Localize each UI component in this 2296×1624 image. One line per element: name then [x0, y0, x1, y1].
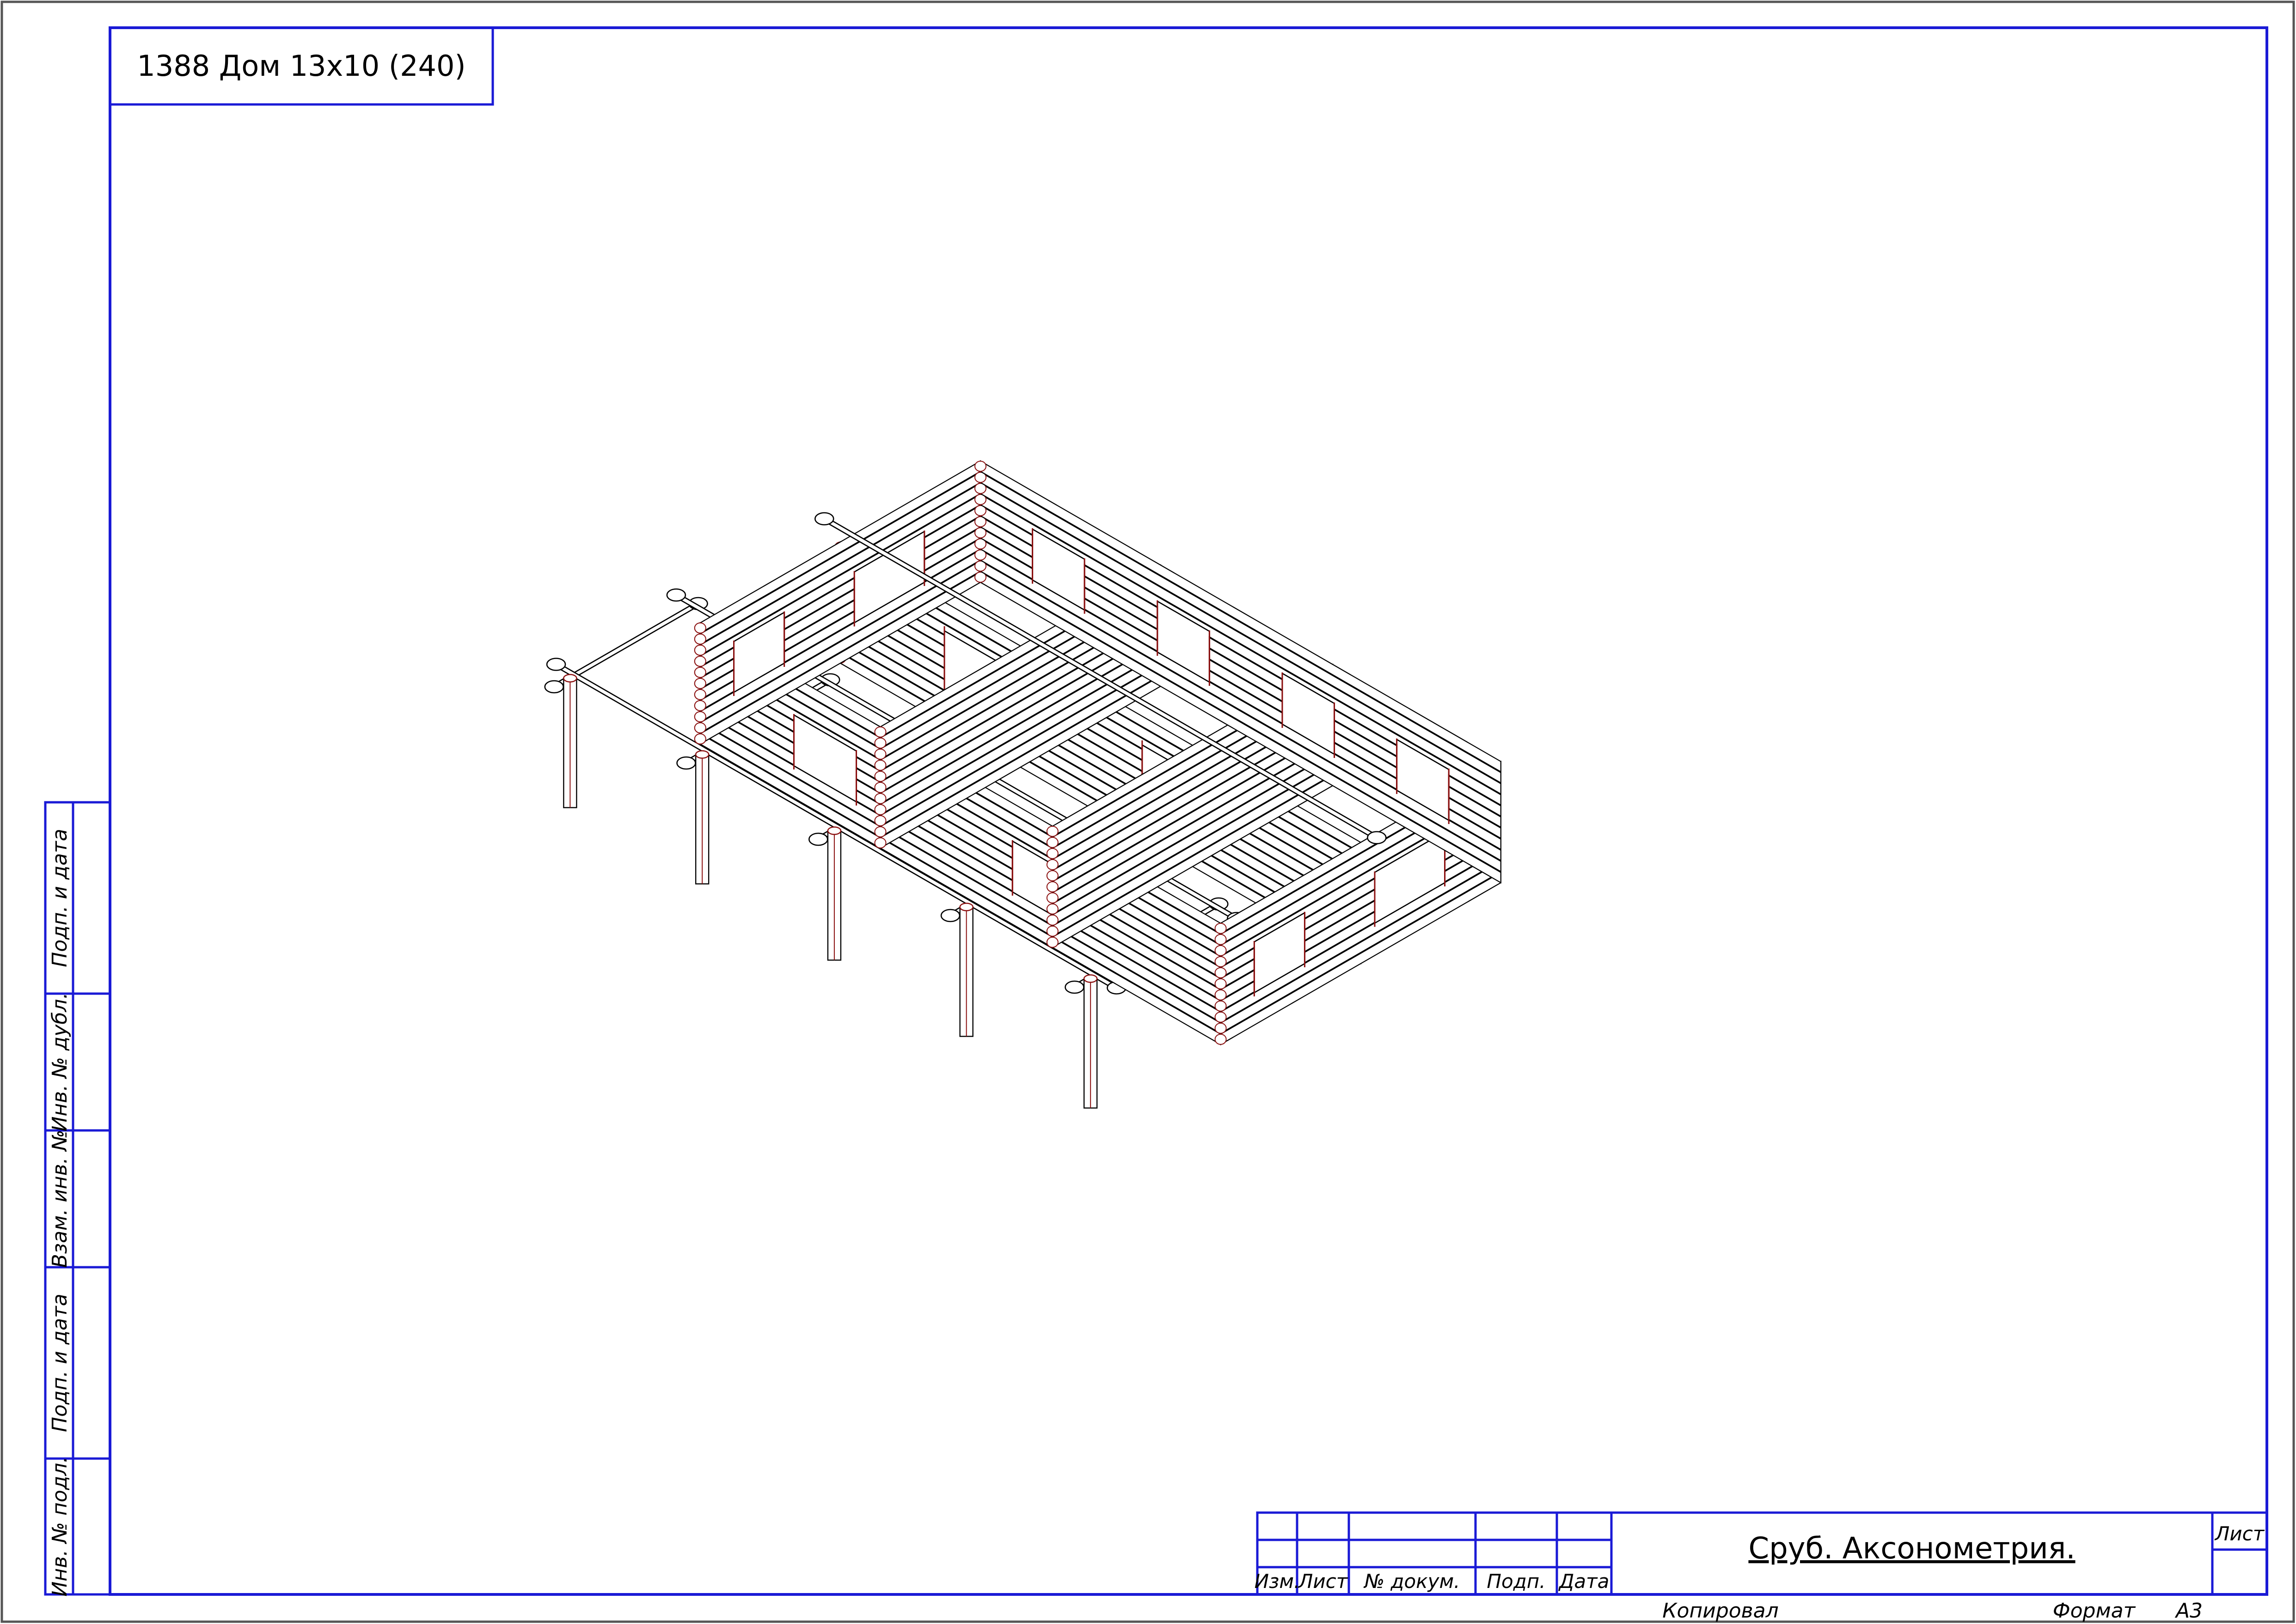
terrace-post-0-top	[563, 674, 577, 683]
sheet-label: Лист	[2214, 1522, 2265, 1545]
cross-wall-2-log-end	[1046, 892, 1059, 904]
cross-wall-1-log-end	[874, 759, 887, 771]
cross-wall-2-log-end	[1046, 848, 1059, 859]
col-header-doc-no: № докум.	[1363, 1570, 1460, 1593]
terrace-front-beam-end	[666, 588, 686, 602]
cross-wall-3-log-end	[1214, 989, 1227, 1001]
cross-wall-0-log-end	[694, 644, 706, 656]
stamp-sign-date-2: Подп. и дата	[48, 1294, 72, 1432]
cross-wall-3-log-end	[1214, 934, 1227, 945]
front-wall-log-end	[974, 460, 986, 472]
cross-wall-0-log-end	[694, 733, 706, 745]
terrace-post-1-top	[695, 750, 710, 759]
cross-wall-2-log-end	[1046, 925, 1059, 937]
cross-wall-1-log-end	[874, 804, 887, 815]
cross-wall-1-log-end	[874, 781, 887, 793]
format-value: А3	[2174, 1599, 2203, 1623]
stamp-replacement-inv: Взам. инв. №	[48, 1130, 72, 1268]
stamp-duplicate-inv: Инв. № дубл.	[48, 992, 72, 1131]
format-label: Формат	[2053, 1599, 2136, 1623]
cross-wall-2-log-end	[1046, 914, 1059, 926]
copied-label: Копировал	[1662, 1599, 1778, 1623]
col-header-signature: Подп.	[1487, 1570, 1545, 1593]
cross-wall-0-log-end	[694, 622, 706, 634]
terrace-rear-beam-end	[546, 658, 566, 671]
terrace-cross-beam-1-end	[676, 756, 696, 770]
cross-wall-3-log-end	[1214, 978, 1227, 989]
terrace-cross-beam-0-end	[544, 680, 564, 694]
cross-wall-0-log-end	[694, 655, 706, 667]
cross-wall-3-log-end	[1214, 1022, 1227, 1034]
cross-wall-0-log-end	[694, 678, 706, 689]
stamp-original-inv: Инв. № подл.	[48, 1456, 72, 1597]
cross-wall-1-log-end	[874, 837, 887, 849]
cross-wall-3-log-end	[1214, 956, 1227, 967]
col-header-date: Дата	[1558, 1570, 1610, 1593]
cross-wall-1-log-end	[874, 748, 887, 760]
cross-wall-0-log-end	[694, 689, 706, 700]
cross-wall-2-log-end	[1046, 903, 1059, 915]
cross-wall-0-log-end	[694, 722, 706, 733]
terrace-cross-beam-3-end	[940, 909, 961, 922]
project-label-box: 1388 Дом 13х10 (240)	[109, 26, 494, 106]
cross-wall-2-log-end	[1046, 859, 1059, 870]
stamp-sign-date-1: Подп. и дата	[48, 829, 72, 967]
log-house-axonometric	[544, 460, 1501, 1109]
cross-wall-0-log-end	[694, 711, 706, 722]
cross-wall-2-log-end	[1046, 836, 1059, 848]
drawing-title: Сруб. Аксонометрия.	[1748, 1532, 2075, 1566]
terrace-cross-beam-2-end	[808, 832, 828, 846]
cross-wall-3-log-end	[1214, 1011, 1227, 1023]
cross-wall-0-log-end	[694, 700, 706, 711]
drawing-sheet: 1388 Дом 13х10 (240) Подп. и дата Инв. №…	[0, 0, 2295, 1623]
cross-wall-1-log-end	[874, 770, 887, 782]
cross-wall-1-log-end	[874, 815, 887, 826]
terrace-cross-beam-4-end	[1065, 980, 1084, 994]
project-label: 1388 Дом 13х10 (240)	[137, 49, 465, 83]
cross-wall-3-log-end	[1214, 967, 1227, 978]
cross-wall-0-log-end	[694, 666, 706, 678]
terrace-post-4-top	[1083, 974, 1098, 983]
cross-wall-2-log-end	[1046, 870, 1059, 881]
cross-wall-3-log-end	[1214, 1000, 1227, 1012]
cross-wall-2-log-end	[1046, 881, 1059, 892]
center-ridge-beam-end	[814, 512, 834, 525]
cross-wall-1-log-end	[874, 826, 887, 837]
col-header-change: Изм.	[1255, 1570, 1300, 1593]
cross-wall-1-log-end	[874, 793, 887, 804]
terrace-post-2-top	[827, 826, 842, 835]
center-ridge-beam-end	[1367, 831, 1387, 844]
cross-wall-0-log-end	[694, 633, 706, 645]
cross-wall-1-log-end	[874, 737, 887, 749]
cross-wall-1-log-end	[874, 726, 887, 738]
cross-wall-3-log-end	[1214, 1033, 1227, 1045]
cross-wall-3-log-end	[1214, 922, 1227, 934]
cross-wall-2-log-end	[1046, 936, 1059, 948]
col-header-sheet: Лист	[1298, 1570, 1348, 1593]
terrace-post-3-top	[959, 903, 974, 911]
cross-wall-2-log-end	[1046, 825, 1059, 837]
cross-wall-3-log-end	[1214, 945, 1227, 956]
